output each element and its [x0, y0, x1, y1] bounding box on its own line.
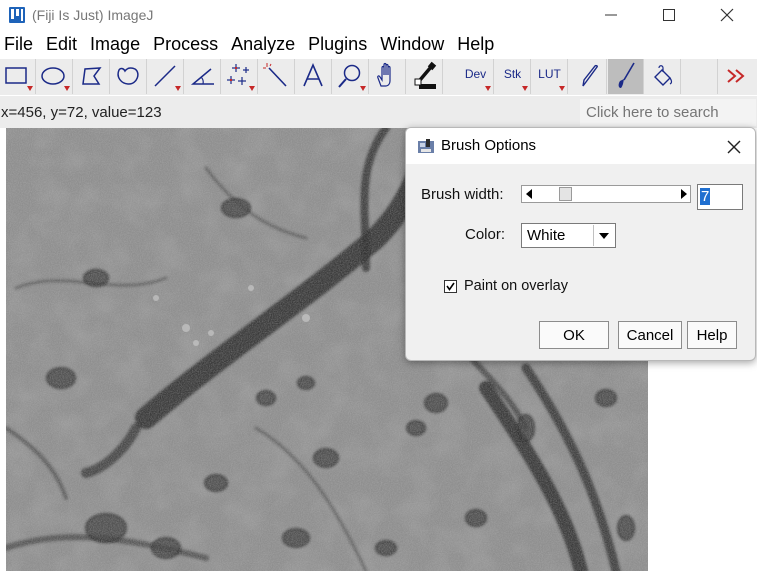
menu-file[interactable]: File: [0, 31, 38, 57]
polygon-icon: [82, 67, 102, 85]
lut-label: LUT: [538, 67, 561, 81]
menu-process[interactable]: Process: [148, 31, 223, 57]
brush-width-field[interactable]: 7: [697, 184, 743, 210]
toolbar: Dev Stk LUT: [0, 59, 757, 95]
freehand-tool[interactable]: [111, 59, 147, 94]
flood-fill-icon: [654, 65, 673, 86]
lut-menu-tool[interactable]: LUT: [532, 59, 568, 94]
close-icon: [720, 8, 734, 21]
maximize-icon: [663, 8, 675, 21]
double-chevron-right-icon: [727, 69, 745, 83]
dev-label: Dev: [464, 67, 487, 81]
menu-help[interactable]: Help: [452, 31, 499, 57]
minimize-button[interactable]: [582, 0, 640, 29]
point-tool[interactable]: [222, 59, 258, 94]
brush-options-dialog: Brush Options Brush width: 7 Color: Whit…: [405, 127, 756, 361]
slider-thumb[interactable]: [559, 187, 572, 201]
dialog-title: Brush Options: [441, 137, 537, 154]
line-tool[interactable]: [148, 59, 184, 94]
text-a-icon: [303, 62, 323, 87]
coordinate-readout: x=456, y=72, value=123: [1, 104, 162, 121]
hand-icon: [377, 62, 391, 87]
close-icon[interactable]: [723, 135, 745, 159]
color-select-value: White: [527, 227, 566, 244]
stk-label: Stk: [503, 67, 522, 81]
color-label: Color:: [465, 226, 506, 243]
paintbrush-icon: [618, 62, 635, 88]
menubar: File Edit Image Process Analyze Plugins …: [0, 31, 757, 57]
dropper-tool[interactable]: [407, 59, 443, 94]
rectangle-tool[interactable]: [0, 59, 36, 94]
menu-image[interactable]: Image: [85, 31, 145, 57]
help-button[interactable]: Help: [687, 321, 737, 349]
angle-tool[interactable]: [185, 59, 221, 94]
window-title: (Fiji Is Just) ImageJ: [32, 6, 154, 23]
app-logo-icon: [9, 6, 25, 23]
close-button[interactable]: [698, 0, 756, 29]
search-input[interactable]: [580, 99, 756, 126]
brush-width-label: Brush width:: [421, 186, 504, 203]
minimize-icon: [605, 14, 617, 15]
imagej-microscope-icon: [418, 139, 434, 153]
hand-tool[interactable]: [370, 59, 406, 94]
wand-tool[interactable]: [259, 59, 295, 94]
paint-on-overlay-checkbox[interactable]: [444, 280, 457, 293]
stk-menu-tool[interactable]: Stk: [495, 59, 531, 94]
pencil-tool[interactable]: [571, 59, 607, 94]
more-tools-button[interactable]: [719, 59, 755, 94]
chevron-down-icon: [599, 232, 609, 239]
flood-fill-tool[interactable]: [645, 59, 681, 94]
paint-on-overlay-label: Paint on overlay: [464, 278, 568, 294]
text-tool[interactable]: [296, 59, 332, 94]
menu-analyze[interactable]: Analyze: [226, 31, 300, 57]
angle-icon: [190, 68, 214, 85]
menu-edit[interactable]: Edit: [41, 31, 82, 57]
polygon-tool[interactable]: [74, 59, 110, 94]
color-select-arrow[interactable]: [593, 225, 614, 246]
checkmark-icon: [446, 282, 455, 291]
color-select[interactable]: White: [521, 223, 616, 248]
dev-menu-tool[interactable]: Dev: [458, 59, 494, 94]
maximize-button[interactable]: [640, 0, 698, 29]
empty-tool-slot: [682, 59, 718, 94]
freehand-icon: [117, 67, 139, 85]
pencil-icon: [582, 64, 598, 87]
ok-button[interactable]: OK: [539, 321, 609, 349]
color-picker-icon: [414, 61, 437, 89]
oval-tool[interactable]: [37, 59, 73, 94]
brush-width-value: 7: [700, 188, 711, 205]
slider-left-arrow-button[interactable]: [522, 186, 537, 202]
menu-window[interactable]: Window: [375, 31, 449, 57]
arrow-right-icon: [680, 189, 687, 199]
arrow-left-icon: [525, 189, 532, 199]
slider-right-arrow-button[interactable]: [675, 186, 690, 202]
dialog-titlebar[interactable]: Brush Options: [406, 128, 755, 164]
menu-plugins[interactable]: Plugins: [303, 31, 372, 57]
cancel-button[interactable]: Cancel: [618, 321, 682, 349]
zoom-tool[interactable]: [333, 59, 369, 94]
wand-icon: [263, 63, 287, 87]
brush-width-slider[interactable]: [521, 185, 691, 203]
paintbrush-tool[interactable]: [608, 59, 644, 94]
